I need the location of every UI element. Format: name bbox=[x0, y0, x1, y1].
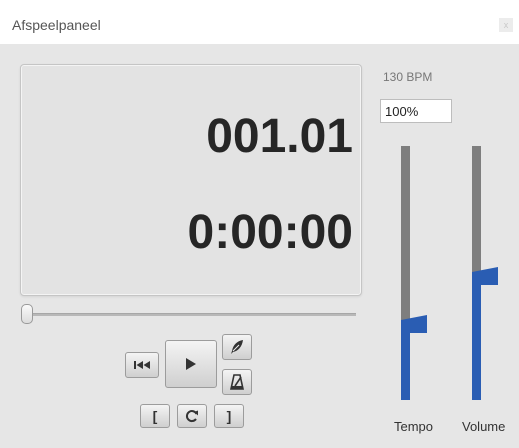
title-bar: Afspeelpaneel x bbox=[0, 0, 519, 44]
tempo-slider-rail bbox=[401, 146, 410, 321]
loop-start-label: [ bbox=[152, 408, 158, 424]
volume-label: Volume bbox=[462, 419, 506, 434]
loop-end-button[interactable]: ] bbox=[214, 404, 244, 428]
volume-slider-rail bbox=[472, 146, 481, 273]
close-button[interactable]: x bbox=[499, 18, 513, 32]
bars-beats-readout: 001.01 bbox=[206, 110, 353, 163]
volume-slider[interactable] bbox=[470, 146, 506, 400]
play-button[interactable] bbox=[165, 340, 217, 388]
volume-slider-thumb[interactable] bbox=[472, 267, 498, 285]
position-slider-thumb[interactable] bbox=[21, 304, 33, 324]
feather-pen-icon bbox=[231, 340, 243, 354]
loop-button[interactable] bbox=[177, 404, 207, 428]
metronome-icon bbox=[230, 374, 244, 390]
position-slider[interactable] bbox=[20, 302, 360, 326]
loop-end-label: ] bbox=[226, 408, 232, 424]
time-readout: 0:00:00 bbox=[187, 206, 353, 259]
window-title: Afspeelpaneel bbox=[12, 17, 101, 33]
tempo-slider[interactable] bbox=[399, 146, 435, 400]
position-slider-track bbox=[26, 313, 356, 316]
tempo-slider-thumb[interactable] bbox=[401, 315, 427, 333]
volume-slider-fill bbox=[472, 273, 481, 400]
position-display: 001.01 0:00:00 bbox=[20, 64, 362, 296]
loop-start-button[interactable]: [ bbox=[140, 404, 170, 428]
tempo-label: Tempo bbox=[394, 419, 434, 434]
loop-icon bbox=[185, 410, 198, 423]
rewind-button[interactable] bbox=[125, 352, 159, 378]
bpm-readout: 130 BPM bbox=[383, 70, 433, 84]
record-mode-button[interactable] bbox=[222, 334, 252, 360]
tempo-percent-field[interactable] bbox=[380, 99, 452, 123]
play-icon bbox=[186, 358, 196, 370]
rewind-to-start-icon bbox=[134, 361, 150, 369]
metronome-button[interactable] bbox=[222, 369, 252, 395]
